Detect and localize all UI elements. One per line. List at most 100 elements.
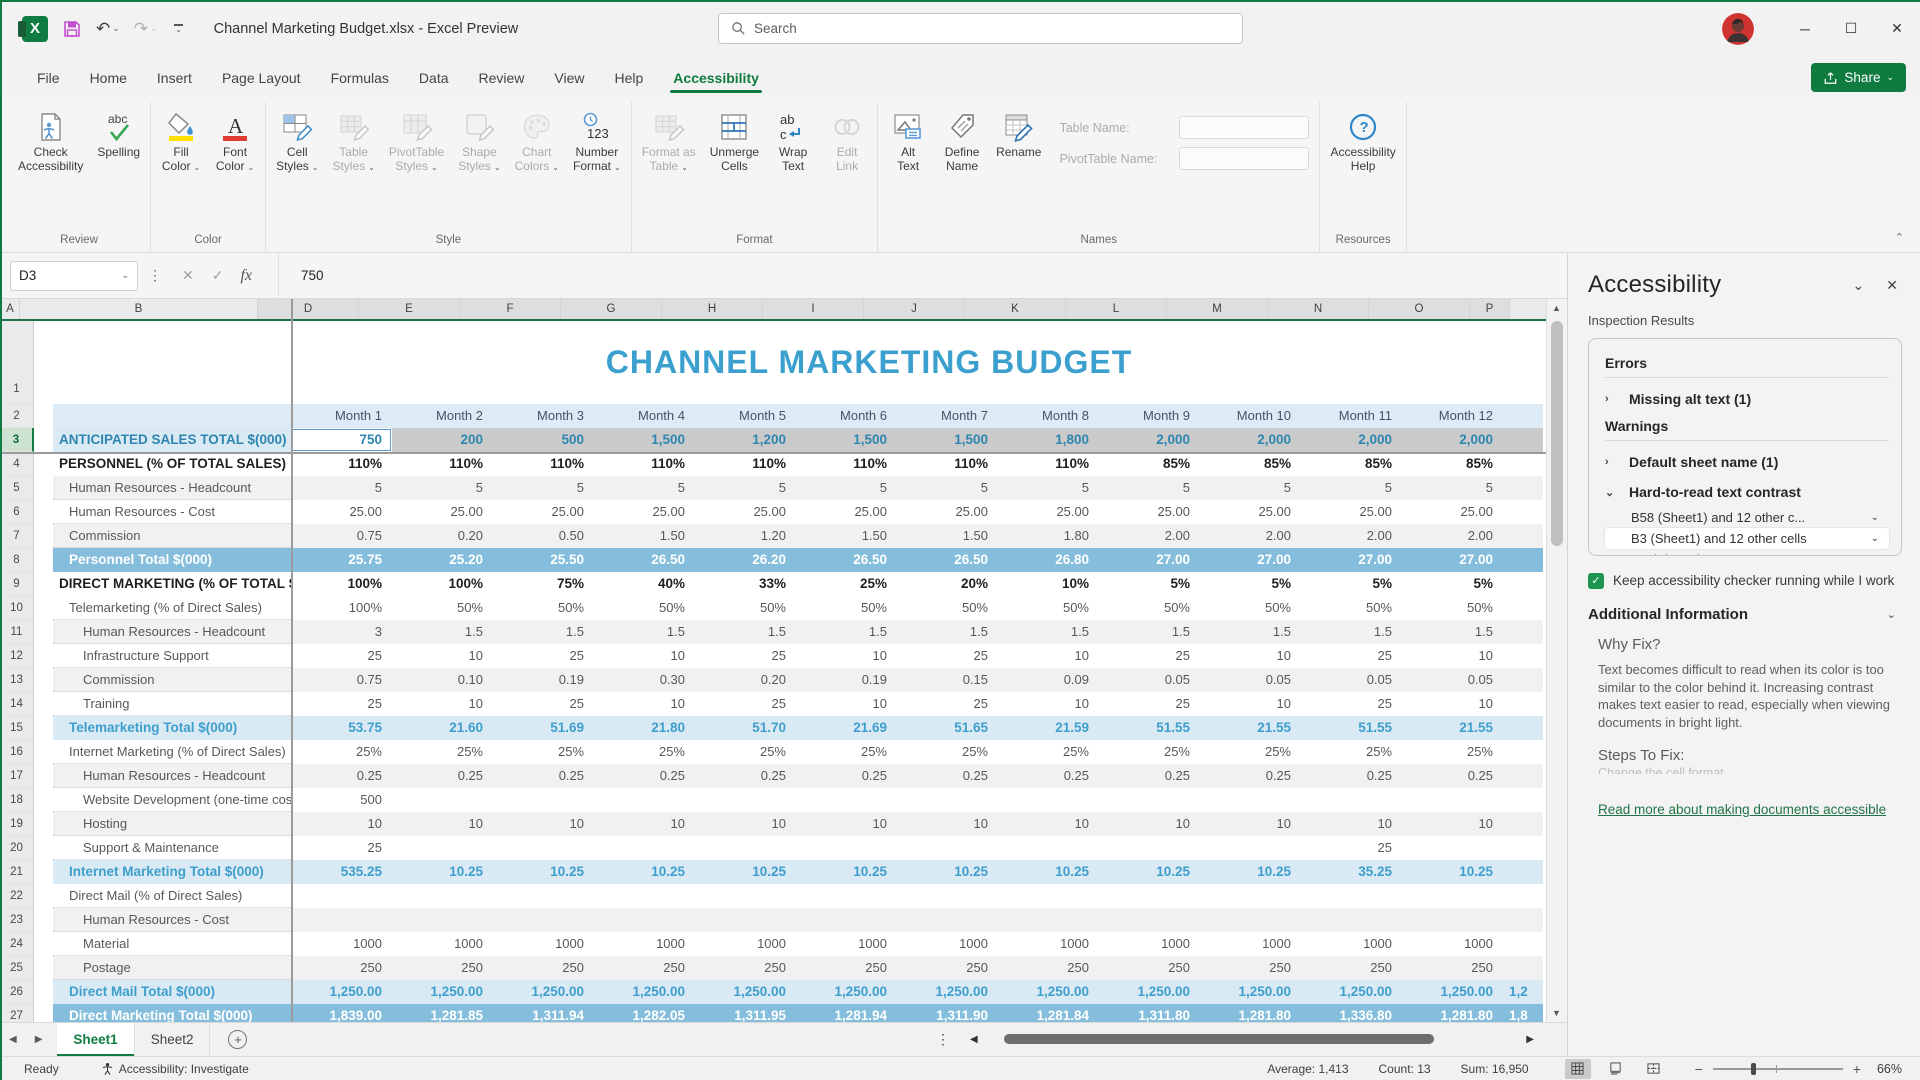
column-header-J[interactable]: J [864, 299, 965, 319]
grid-cell-F9[interactable]: 75% [493, 572, 594, 596]
column-header-A[interactable]: A [1, 299, 20, 319]
cell-A12[interactable] [34, 644, 53, 668]
grid-cell-H22[interactable] [695, 884, 796, 908]
cell-A3[interactable] [34, 428, 53, 452]
grid-cell-F16[interactable]: 25% [493, 740, 594, 764]
cell-A6[interactable] [34, 500, 53, 524]
grid-cell-D27[interactable]: 1,839.00 [291, 1004, 392, 1022]
grid-cell-D15[interactable]: 53.75 [291, 716, 392, 740]
cell-A21[interactable] [34, 860, 53, 884]
redo-button[interactable]: ↷⌄ [134, 19, 158, 39]
grid-cell-N4[interactable]: 85% [1301, 452, 1402, 476]
grid-cell-D16[interactable]: 25% [291, 740, 392, 764]
grid-cell-N14[interactable]: 25 [1301, 692, 1402, 716]
grid-cell-L21[interactable]: 10.25 [1099, 860, 1200, 884]
grid-cell-N9[interactable]: 5% [1301, 572, 1402, 596]
grid-cell-I23[interactable] [796, 908, 897, 932]
column-header-H[interactable]: H [662, 299, 763, 319]
grid-cell-H11[interactable]: 1.5 [695, 620, 796, 644]
grid-cell-M12[interactable]: 10 [1200, 644, 1301, 668]
grid-cell-O19[interactable]: 10 [1402, 812, 1503, 836]
grid-cell-L24[interactable]: 1000 [1099, 932, 1200, 956]
grid-cell-P7[interactable] [1503, 524, 1543, 548]
grid-cell-M23[interactable] [1200, 908, 1301, 932]
grid-cell-D6[interactable]: 25.00 [291, 500, 392, 524]
grid-cell-G9[interactable]: 40% [594, 572, 695, 596]
grid-cell-J12[interactable]: 25 [897, 644, 998, 668]
grid-cell-I2[interactable]: Month 6 [796, 404, 897, 428]
name-box[interactable]: D3 ⌄ [10, 261, 138, 291]
chevron-right-icon[interactable]: › [1605, 393, 1615, 405]
grid-cell-P18[interactable] [1503, 788, 1543, 812]
grid-cell-H12[interactable]: 25 [695, 644, 796, 668]
spelling-button[interactable]: abcSpelling [91, 106, 146, 165]
row-number-12[interactable]: 12 [0, 644, 34, 668]
cell-A25[interactable] [34, 956, 53, 980]
row-number-2[interactable]: 2 [0, 404, 34, 428]
row-label[interactable]: Commission [53, 668, 291, 692]
grid-cell-G20[interactable] [594, 836, 695, 860]
grid-cell-K13[interactable]: 0.09 [998, 668, 1099, 692]
grid-cell-M11[interactable]: 1.5 [1200, 620, 1301, 644]
grid-cell-N26[interactable]: 1,250.00 [1301, 980, 1402, 1004]
grid-cell-P2[interactable] [1503, 404, 1543, 428]
grid-cell-M10[interactable]: 50% [1200, 596, 1301, 620]
grid-cell-E20[interactable] [392, 836, 493, 860]
zoom-in-icon[interactable]: + [1853, 1061, 1861, 1077]
grid-cell-F27[interactable]: 1,311.94 [493, 1004, 594, 1022]
cell-A11[interactable] [34, 620, 53, 644]
row-label[interactable]: Hosting [53, 812, 291, 836]
grid-cell-H19[interactable]: 10 [695, 812, 796, 836]
grid-cell-I3[interactable]: 1,500 [796, 428, 897, 452]
tab-formulas[interactable]: Formulas [316, 62, 404, 96]
grid-cell-H13[interactable]: 0.20 [695, 668, 796, 692]
result-cell-ref[interactable]: B58 (Sheet1) and 12 other c...⌄ [1605, 507, 1889, 528]
row-label[interactable]: Human Resources - Cost [53, 500, 291, 524]
grid-cell-E15[interactable]: 21.60 [392, 716, 493, 740]
grid-cell-O3[interactable]: 2,000 [1402, 428, 1503, 452]
grid-cell-O8[interactable]: 27.00 [1402, 548, 1503, 572]
define-name-button[interactable]: Define Name [936, 106, 988, 178]
grid-cell-N20[interactable]: 25 [1301, 836, 1402, 860]
grid-cell-L4[interactable]: 85% [1099, 452, 1200, 476]
grid-cell-F4[interactable]: 110% [493, 452, 594, 476]
row-number-6[interactable]: 6 [0, 500, 34, 524]
active-cell-D3[interactable]: 750 [291, 428, 392, 452]
grid-cell-G11[interactable]: 1.5 [594, 620, 695, 644]
font-color-button[interactable]: AFont Color⌄ [209, 106, 261, 179]
grid-cell-J14[interactable]: 25 [897, 692, 998, 716]
grid-cell-N11[interactable]: 1.5 [1301, 620, 1402, 644]
grid-cell-G21[interactable]: 10.25 [594, 860, 695, 884]
grid-cell-E16[interactable]: 25% [392, 740, 493, 764]
grid-cell-E24[interactable]: 1000 [392, 932, 493, 956]
grid-cell-P5[interactable] [1503, 476, 1543, 500]
result-cell-ref[interactable]: Q3 (Sheet1)⌄ [1605, 549, 1889, 556]
cell-A5[interactable] [34, 476, 53, 500]
maximize-button[interactable]: ☐ [1828, 9, 1874, 49]
cell-A18[interactable] [34, 788, 53, 812]
alt-text-button[interactable]: Alt Text [882, 106, 934, 178]
grid-cell-M13[interactable]: 0.05 [1200, 668, 1301, 692]
sheet-tab-sheet2[interactable]: Sheet2 [135, 1023, 211, 1057]
check-accessibility-button[interactable]: Check Accessibility [12, 106, 89, 178]
result-item[interactable]: ⌄Hard-to-read text contrast [1605, 477, 1889, 507]
accessibility-status[interactable]: Accessibility: Investigate [101, 1062, 249, 1076]
cell-styles-button[interactable]: Cell Styles⌄ [270, 106, 324, 179]
cell-A4[interactable] [34, 452, 53, 476]
grid-cell-I24[interactable]: 1000 [796, 932, 897, 956]
grid-cell-K9[interactable]: 10% [998, 572, 1099, 596]
grid-cell-D21[interactable]: 535.25 [291, 860, 392, 884]
row-number-16[interactable]: 16 [0, 740, 34, 764]
grid-cell-G13[interactable]: 0.30 [594, 668, 695, 692]
grid-cell-J18[interactable] [897, 788, 998, 812]
grid-cell-P12[interactable] [1503, 644, 1543, 668]
grid-cell-G18[interactable] [594, 788, 695, 812]
sheet-tab-sheet1[interactable]: Sheet1 [57, 1023, 134, 1057]
grid-cell-M15[interactable]: 21.55 [1200, 716, 1301, 740]
grid-cell-H21[interactable]: 10.25 [695, 860, 796, 884]
row-label[interactable]: Training [53, 692, 291, 716]
grid-cell-H20[interactable] [695, 836, 796, 860]
grid-cell-O11[interactable]: 1.5 [1402, 620, 1503, 644]
grid-cell-P24[interactable] [1503, 932, 1543, 956]
cell-A15[interactable] [34, 716, 53, 740]
